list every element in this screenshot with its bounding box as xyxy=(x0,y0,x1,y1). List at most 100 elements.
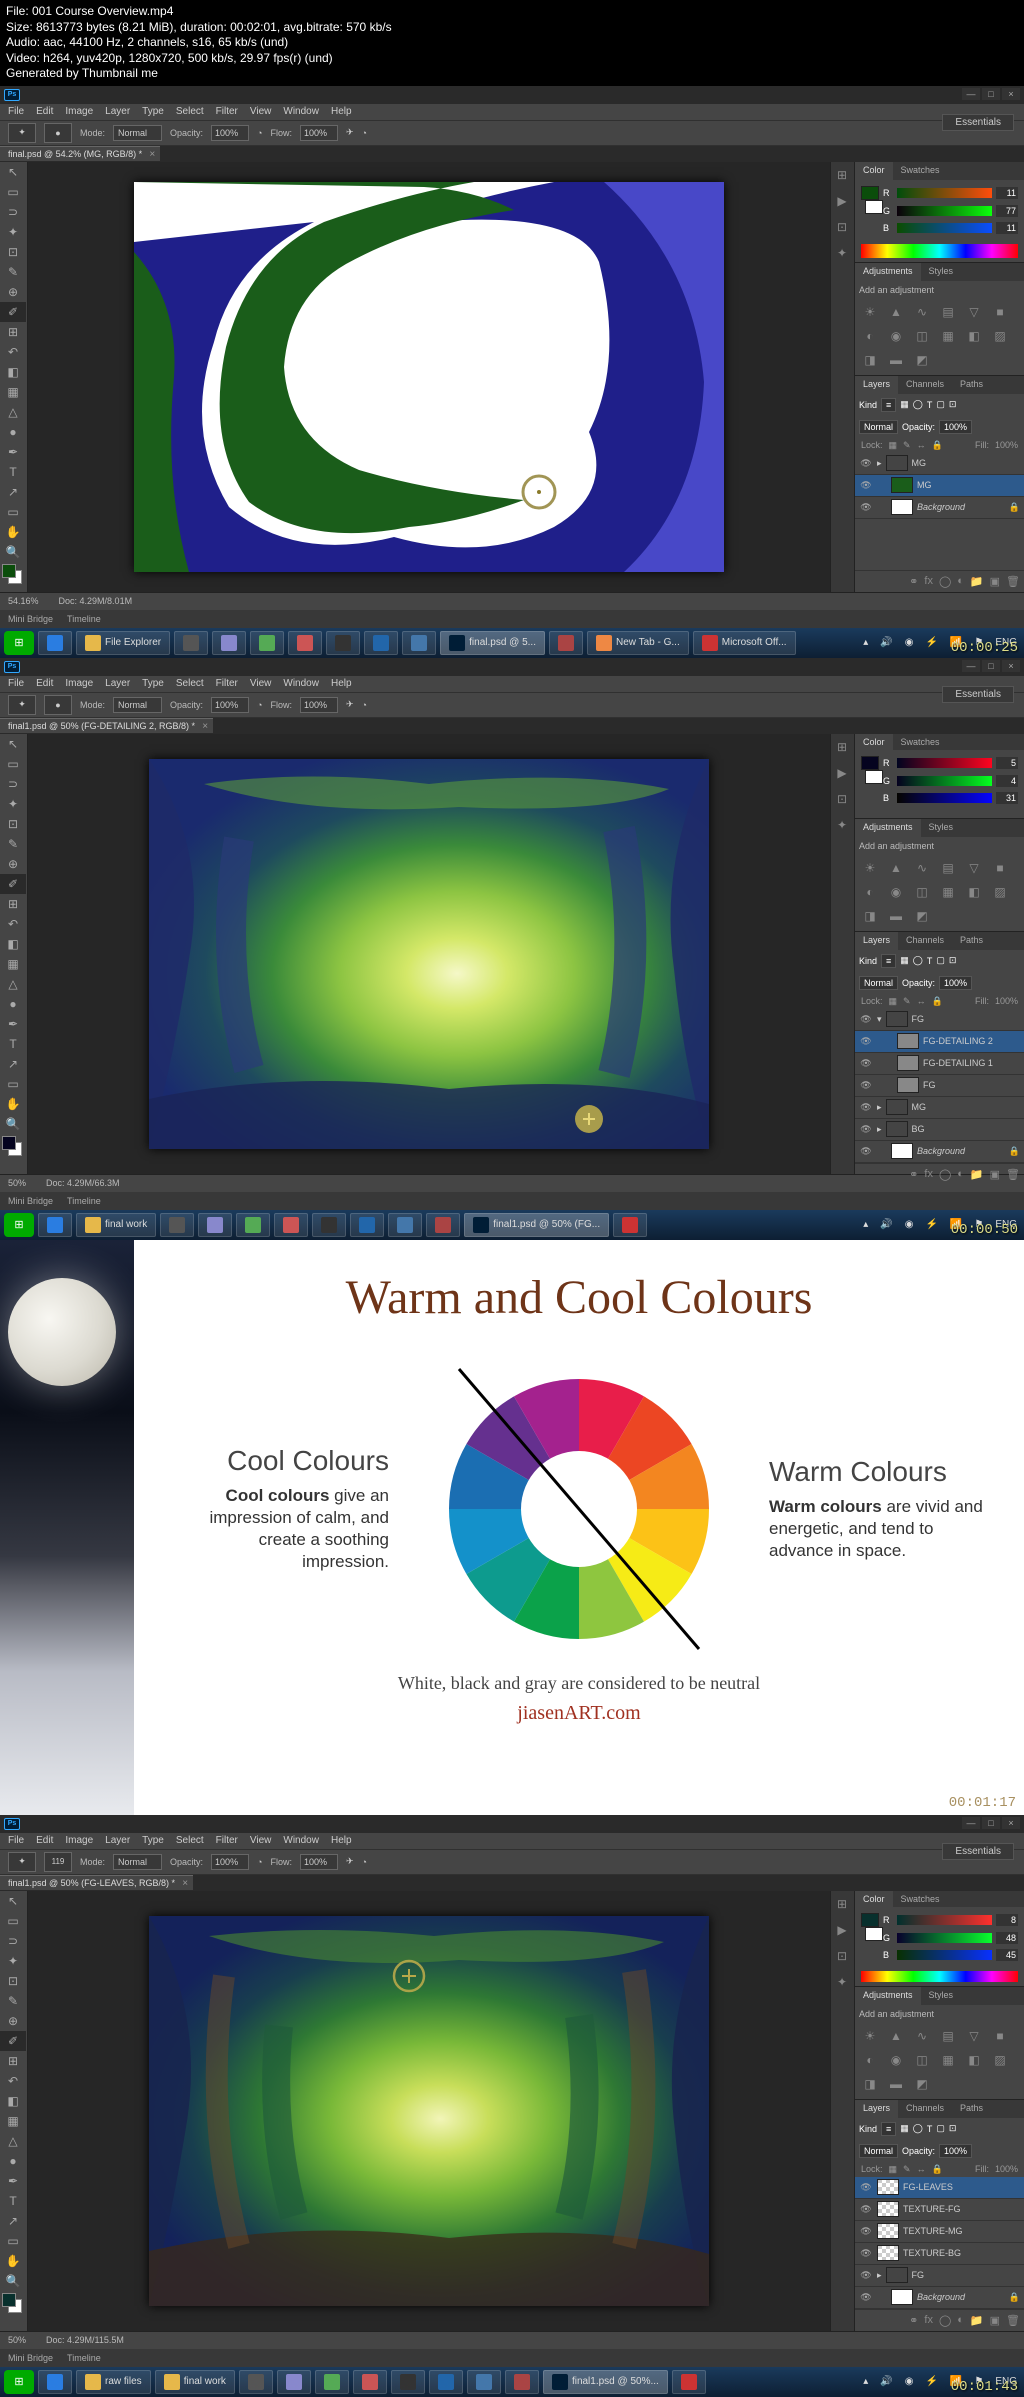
layer-opacity[interactable]: 100% xyxy=(939,420,972,434)
menu-layer[interactable]: Layer xyxy=(105,1835,130,1846)
layers-tab[interactable]: Layers xyxy=(855,2100,898,2118)
adjustments-tab[interactable]: Adjustments xyxy=(855,1987,921,2005)
taskbar-icon[interactable] xyxy=(505,2370,539,2394)
taskbar-icon[interactable] xyxy=(239,2370,273,2394)
menu-type[interactable]: Type xyxy=(142,106,164,117)
paths-tab[interactable]: Paths xyxy=(952,932,991,950)
layer-opacity[interactable]: 100% xyxy=(939,2144,972,2158)
trash-icon[interactable]: 🗑 xyxy=(1006,1168,1020,1181)
styles-tab[interactable]: Styles xyxy=(921,263,962,281)
pen-tool[interactable]: ✒ xyxy=(0,1014,26,1034)
adjustments-tab[interactable]: Adjustments xyxy=(855,819,921,837)
path-tool[interactable]: ↗ xyxy=(0,482,26,502)
menu-window[interactable]: Window xyxy=(283,106,319,117)
actions-panel-icon[interactable]: ▶ xyxy=(833,766,851,782)
layer-row[interactable]: 👁Background🔒 xyxy=(855,2287,1024,2309)
r-value[interactable]: 11 xyxy=(996,187,1018,199)
menu-layer[interactable]: Layer xyxy=(105,678,130,689)
color-spectrum[interactable] xyxy=(861,1971,1018,1982)
menu-file[interactable]: File xyxy=(8,678,24,689)
eyedropper-tool[interactable]: ✎ xyxy=(0,262,26,282)
path-tool[interactable]: ↗ xyxy=(0,1054,26,1074)
taskbar-icon[interactable] xyxy=(388,1213,422,1237)
properties-panel-icon[interactable]: ⊡ xyxy=(833,792,851,808)
opacity-input[interactable]: 100% xyxy=(211,697,249,713)
menu-layer[interactable]: Layer xyxy=(105,106,130,117)
menu-select[interactable]: Select xyxy=(176,1835,204,1846)
invert-icon[interactable]: ◧ xyxy=(965,329,983,345)
color-selector[interactable] xyxy=(0,564,27,588)
layer-row[interactable]: 👁▸MG xyxy=(855,1097,1024,1119)
taskbar-icon[interactable] xyxy=(274,1213,308,1237)
fx-icon[interactable]: fx xyxy=(924,1168,933,1181)
wand-tool[interactable]: ✦ xyxy=(0,1951,26,1971)
menu-window[interactable]: Window xyxy=(283,1835,319,1846)
eyedropper-tool[interactable]: ✎ xyxy=(0,1991,26,2011)
pressure-opacity-icon[interactable]: ◔ xyxy=(257,1857,262,1867)
paths-tab[interactable]: Paths xyxy=(952,2100,991,2118)
link-layers-icon[interactable]: ⚭ xyxy=(909,1168,918,1181)
move-tool[interactable]: ↖ xyxy=(0,162,26,182)
stamp-tool[interactable]: ⊞ xyxy=(0,2051,26,2071)
link-layers-icon[interactable]: ⚭ xyxy=(909,575,918,588)
pen-tool[interactable]: ✒ xyxy=(0,442,26,462)
menu-image[interactable]: Image xyxy=(65,1835,93,1846)
r-value[interactable]: 8 xyxy=(996,1914,1018,1926)
brush-size-picker[interactable]: ● xyxy=(44,695,72,715)
workspace-switcher[interactable]: Essentials xyxy=(942,114,1014,131)
brush-tool[interactable]: ✐ xyxy=(0,2031,26,2051)
pressure-size-icon[interactable]: ◔ xyxy=(362,700,367,710)
timeline-tab[interactable]: Timeline xyxy=(67,2353,101,2363)
canvas-area[interactable] xyxy=(28,1891,830,2331)
posterize-icon[interactable]: ▨ xyxy=(991,329,1009,345)
workspace-switcher[interactable]: Essentials xyxy=(942,1843,1014,1860)
layer-row[interactable]: 👁Background🔒 xyxy=(855,1141,1024,1163)
mask-icon[interactable]: ◯ xyxy=(939,1168,951,1181)
hand-tool[interactable]: ✋ xyxy=(0,1094,26,1114)
taskbar-icon[interactable] xyxy=(212,631,246,655)
mixer-icon[interactable]: ◫ xyxy=(913,329,931,345)
flow-input[interactable]: 100% xyxy=(300,125,338,141)
move-tool[interactable]: ↖ xyxy=(0,1891,26,1911)
taskbar-explorer[interactable]: raw files xyxy=(76,2370,151,2394)
path-tool[interactable]: ↗ xyxy=(0,2211,26,2231)
menu-help[interactable]: Help xyxy=(331,106,352,117)
history-brush-tool[interactable]: ↶ xyxy=(0,2071,26,2091)
menu-file[interactable]: File xyxy=(8,1835,24,1846)
new-adj-icon[interactable]: ◐ xyxy=(957,575,964,588)
taskbar-icon[interactable] xyxy=(236,1213,270,1237)
color-spectrum[interactable] xyxy=(861,244,1018,258)
taskbar-icon[interactable] xyxy=(467,2370,501,2394)
paths-tab[interactable]: Paths xyxy=(952,376,991,394)
gradient-tool[interactable]: ▦ xyxy=(0,954,26,974)
menu-image[interactable]: Image xyxy=(65,106,93,117)
zoom-level[interactable]: 54.16% xyxy=(8,596,39,606)
taskbar-icon[interactable] xyxy=(326,631,360,655)
eraser-tool[interactable]: ◧ xyxy=(0,934,26,954)
history-brush-tool[interactable]: ↶ xyxy=(0,342,26,362)
marquee-tool[interactable]: ▭ xyxy=(0,1911,26,1931)
wand-tool[interactable]: ✦ xyxy=(0,222,26,242)
menu-view[interactable]: View xyxy=(250,106,272,117)
history-brush-tool[interactable]: ↶ xyxy=(0,914,26,934)
pen-tool[interactable]: ✒ xyxy=(0,2171,26,2191)
mask-icon[interactable]: ◯ xyxy=(939,575,951,588)
taskbar-ie[interactable] xyxy=(38,2370,72,2394)
layer-row[interactable]: 👁TEXTURE-BG xyxy=(855,2243,1024,2265)
layer-row[interactable]: 👁▸BG xyxy=(855,1119,1024,1141)
dodge-tool[interactable]: ● xyxy=(0,994,26,1014)
layer-row[interactable]: 👁▾FG xyxy=(855,1009,1024,1031)
brush-tool[interactable]: ✐ xyxy=(0,874,26,894)
layer-fill[interactable]: 100% xyxy=(995,440,1018,450)
layer-row[interactable]: 👁FG-LEAVES xyxy=(855,2177,1024,2199)
taskbar-icon[interactable] xyxy=(429,2370,463,2394)
eraser-tool[interactable]: ◧ xyxy=(0,2091,26,2111)
curves-icon[interactable]: ∿ xyxy=(913,305,931,321)
brushes-panel-icon[interactable]: ✦ xyxy=(833,1975,851,1991)
color-tab[interactable]: Color xyxy=(855,162,893,180)
brush-size-picker[interactable]: 119 xyxy=(44,1852,72,1872)
shape-tool[interactable]: ▭ xyxy=(0,2231,26,2251)
taskbar-icon[interactable] xyxy=(288,631,322,655)
taskbar-office[interactable]: Microsoft Off... xyxy=(693,631,796,655)
layer-row[interactable]: 👁MG xyxy=(855,475,1024,497)
